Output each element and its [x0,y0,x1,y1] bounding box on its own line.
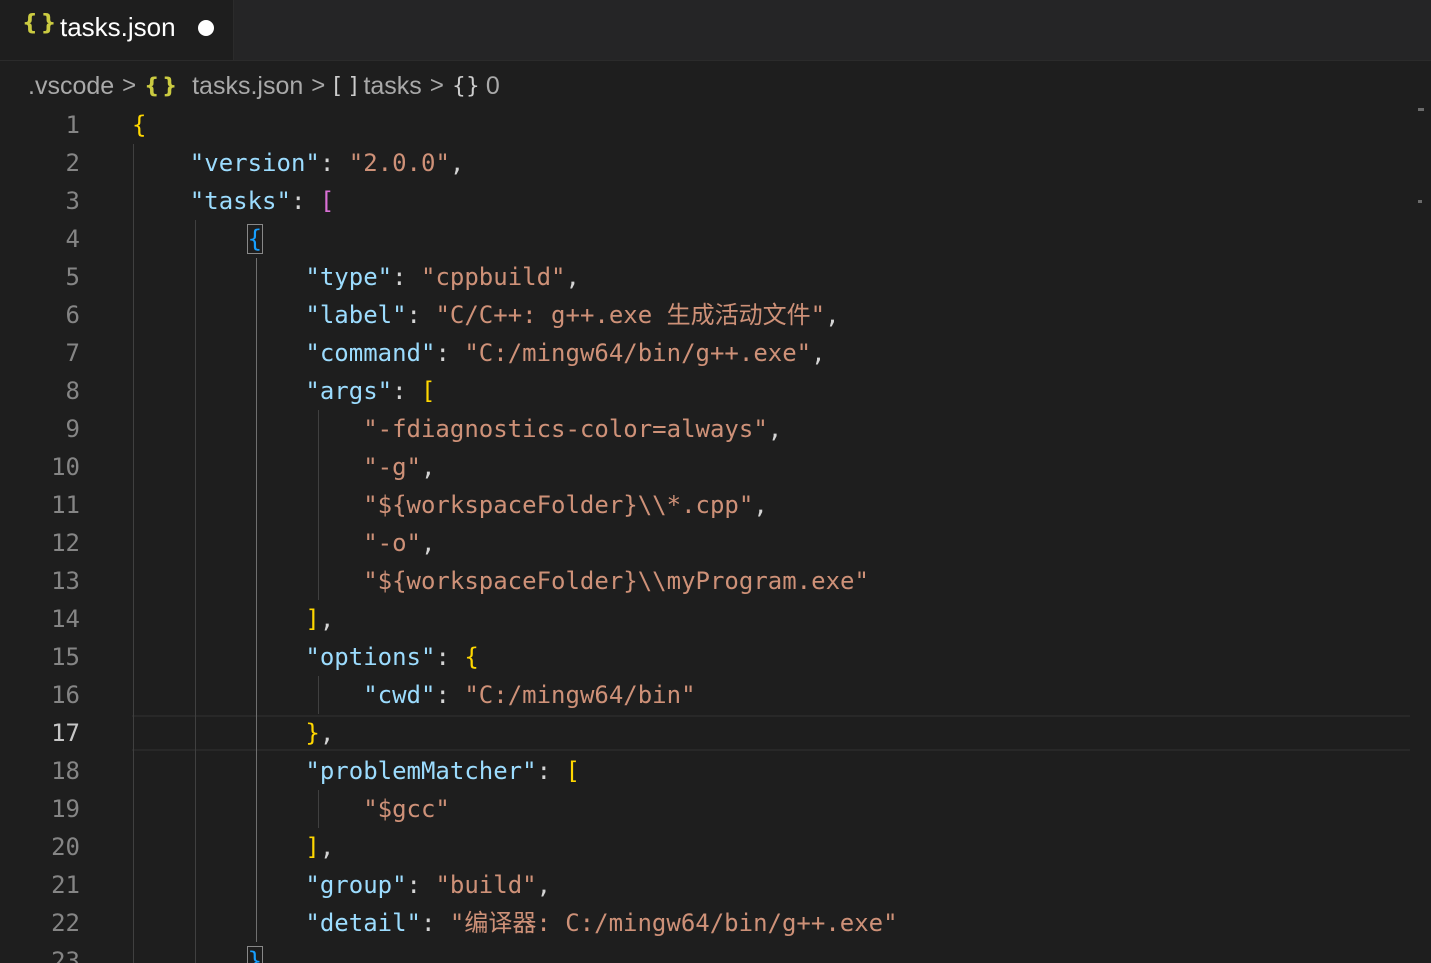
code-line[interactable]: "command": "C:/mingw64/bin/g++.exe", [132,334,825,372]
json-key: "detail" [305,909,421,937]
code-line[interactable]: "group": "build", [132,866,551,904]
json-string: "${workspaceFolder}\\myProgram.exe" [363,567,869,595]
code-line[interactable]: "args": [ [132,372,435,410]
code-line[interactable]: "version": "2.0.0", [132,144,465,182]
editor-tab-bar: {} tasks.json [0,0,1431,61]
breadcrumb-object-0[interactable]: {} 0 [452,72,500,101]
breadcrumb-file-label: tasks.json [192,71,304,100]
line-number: 20 [51,833,80,861]
json-string: "C:/mingw64/bin" [464,681,696,709]
json-key: "version" [189,149,320,177]
line-number: 13 [51,567,80,595]
line-number: 14 [51,605,80,633]
line-number: 7 [65,339,80,367]
code-line[interactable]: { [132,220,264,258]
code-line[interactable]: "-g", [132,448,435,486]
breadcrumb-folder[interactable]: .vscode [28,72,114,101]
line-number: 4 [65,225,80,253]
breadcrumb-tasks-array[interactable]: [ ] tasks [333,72,422,101]
json-key: "command" [305,339,436,367]
line-number: 6 [65,301,80,329]
line-number: 22 [51,909,80,937]
line-number: 5 [65,263,80,291]
overview-ruler-mark [1418,108,1424,111]
code-line[interactable]: "tasks": [ [132,182,335,220]
json-key: "args" [305,377,393,405]
tab-tasks-json[interactable]: {} tasks.json [0,0,234,60]
json-key: "type" [305,263,393,291]
line-number: 11 [51,491,80,519]
json-string: "build" [435,871,537,899]
code-line[interactable]: ], [132,600,334,638]
json-string: "cppbuild" [421,263,566,291]
json-braces-icon: {} [22,11,60,36]
code-line[interactable]: "cwd": "C:/mingw64/bin" [132,676,696,714]
line-number: 8 [65,377,80,405]
json-string: "-fdiagnostics-color=always" [363,415,768,443]
json-string: "-o" [363,529,421,557]
json-key: "options" [305,643,436,671]
code-line[interactable]: "$gcc" [132,790,450,828]
json-string: "-g" [363,453,421,481]
line-number: 16 [51,681,80,709]
code-line[interactable]: "detail": "编译器: C:/mingw64/bin/g++.exe" [132,904,898,942]
chevron-right-icon: > [429,72,444,99]
code-line[interactable]: ], [132,828,334,866]
code-line[interactable]: "${workspaceFolder}\\myProgram.exe" [132,562,869,600]
unsaved-dot-icon[interactable] [198,20,214,36]
object-braces-icon: {} [451,73,480,99]
code-line[interactable]: "options": { [132,638,478,676]
code-line[interactable]: "label": "C/C++: g++.exe 生成活动文件", [132,296,839,334]
line-number: 21 [51,871,80,899]
line-number: 18 [51,757,80,785]
json-string: "C/C++: g++.exe 生成活动文件" [435,301,826,329]
chevron-right-icon: > [311,72,326,99]
tab-label: tasks.json [60,12,176,42]
line-number: 23 [51,947,80,963]
json-key: "group" [305,871,407,899]
code-line[interactable]: "-fdiagnostics-color=always", [132,410,782,448]
json-string: "2.0.0" [348,149,450,177]
line-number: 3 [65,187,80,215]
line-number: 19 [51,795,80,823]
json-string: "C:/mingw64/bin/g++.exe" [464,339,812,367]
line-number: 9 [65,415,80,443]
line-number: 1 [65,111,80,139]
code-line[interactable]: "${workspaceFolder}\\*.cpp", [132,486,768,524]
breadcrumb: .vscode > {} tasks.json > [ ] tasks > {}… [28,70,500,102]
json-key: "problemMatcher" [305,757,537,785]
code-line-active[interactable]: }, [132,714,334,752]
code-line[interactable]: "type": "cppbuild", [132,258,580,296]
json-key: "cwd" [363,681,436,709]
json-braces-icon: {} [144,74,181,98]
array-brackets-icon: [ ] [333,73,358,99]
breadcrumb-object-label: 0 [485,71,500,100]
json-string: "编译器: C:/mingw64/bin/g++.exe" [449,909,898,937]
breadcrumb-folder-label: .vscode [28,71,115,100]
code-line[interactable]: "-o", [132,524,435,562]
breadcrumb-file[interactable]: {} tasks.json [144,72,303,101]
code-line[interactable]: } [132,942,264,963]
code-line[interactable]: "problemMatcher": [ [132,752,580,790]
json-key: "tasks" [189,187,291,215]
code-editor[interactable]: 1 2 3 4 5 6 7 8 9 10 11 12 13 14 15 16 1… [0,106,1410,963]
chevron-right-icon: > [122,72,137,99]
line-number: 10 [51,453,80,481]
overview-ruler-mark [1418,200,1422,203]
json-key: "label" [305,301,407,329]
line-number-active: 17 [51,719,80,747]
breadcrumb-array-label: tasks [363,71,422,100]
line-number: 2 [65,149,80,177]
line-number: 15 [51,643,80,671]
line-number: 12 [51,529,80,557]
code-line[interactable]: { [132,106,146,144]
json-string: "$gcc" [363,795,450,823]
json-string: "${workspaceFolder}\\*.cpp" [363,491,754,519]
